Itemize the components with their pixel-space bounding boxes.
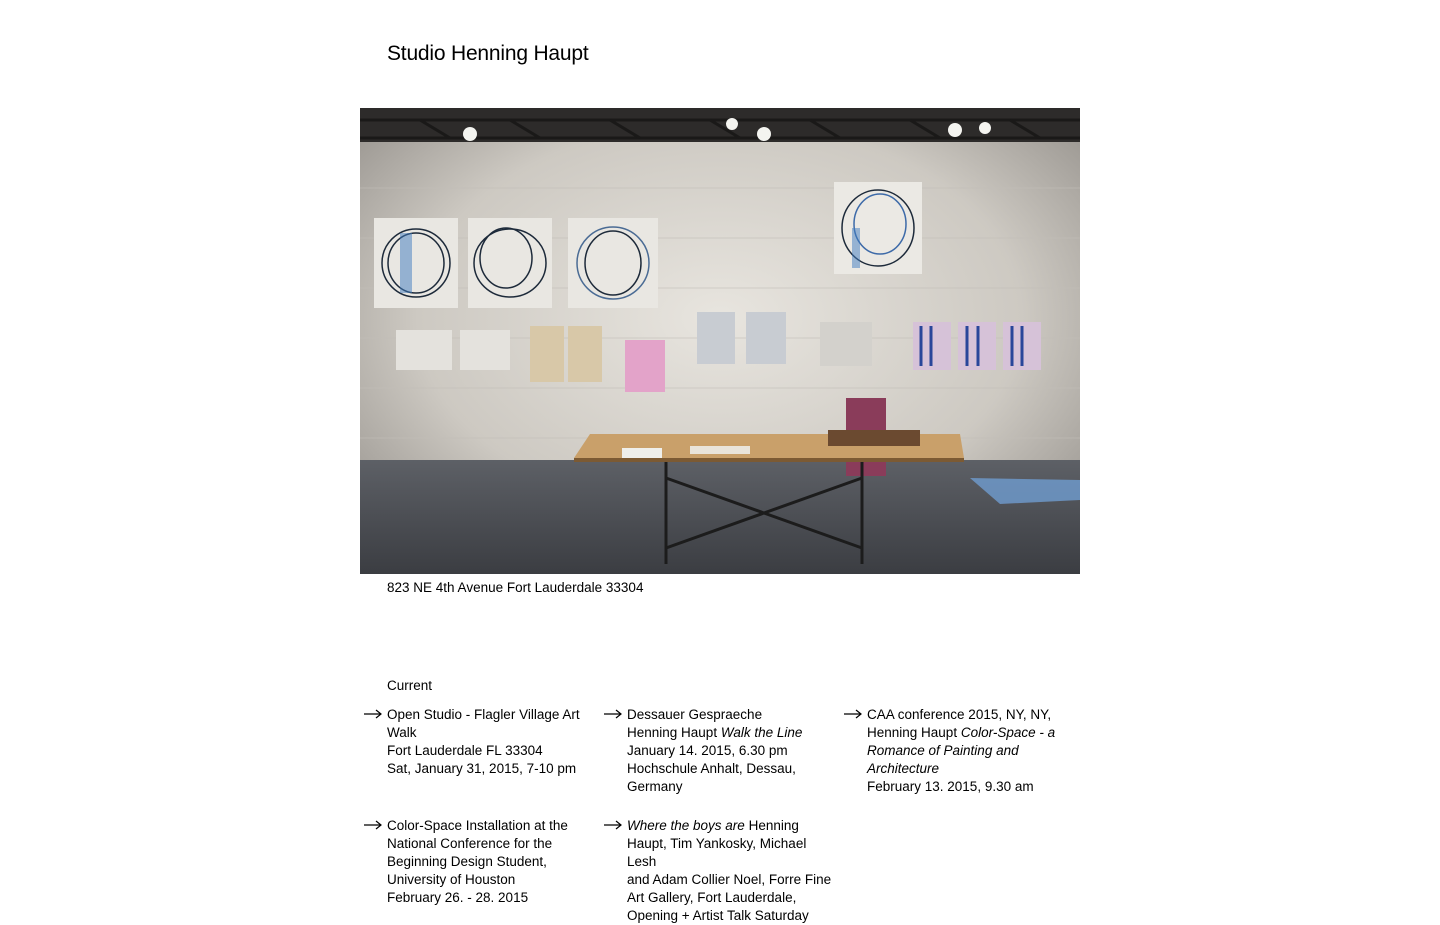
event-line: Henning Haupt Color-Space - a [867, 724, 1077, 742]
right-arrow-icon [604, 709, 622, 719]
event-title: Color-Space - a [960, 725, 1056, 740]
event-line: February 13. 2015, 9.30 am [867, 779, 1034, 794]
event-line: Germany [627, 779, 683, 794]
event-line: Sat, January 31, 2015, 7-10 pm [387, 761, 577, 776]
event-artist: Henning [748, 818, 799, 833]
event-artist: Henning Haupt [867, 725, 958, 740]
event-item-color-space-installation[interactable]: Color-Space Installation at the National… [364, 817, 597, 907]
studio-photo [360, 108, 1080, 574]
site-title[interactable]: Studio Henning Haupt [387, 42, 589, 66]
event-line: Fort Lauderdale FL 33304 [387, 743, 543, 758]
event-item-where-the-boys-are[interactable]: Where the boys are Henning Haupt, Tim Ya… [604, 817, 837, 925]
right-arrow-icon [364, 709, 382, 719]
current-heading: Current [387, 678, 433, 693]
event-line: Color-Space Installation at the [387, 818, 568, 833]
studio-address: 823 NE 4th Avenue Fort Lauderdale 33304 [387, 580, 644, 595]
event-title: Where the boys are [627, 818, 745, 833]
event-title-cont: Architecture [867, 761, 940, 776]
event-item-caa-conference[interactable]: CAA conference 2015, NY, NY, Henning Hau… [844, 706, 1077, 796]
event-line: Where the boys are Henning [627, 817, 837, 835]
event-title-cont: Romance of Painting and [867, 743, 1019, 758]
event-item-open-studio[interactable]: Open Studio - Flagler Village Art Walk F… [364, 706, 597, 778]
event-line: February 26. - 28. 2015 [387, 890, 529, 905]
event-item-dessauer-gespraeche[interactable]: Dessauer Gespraeche Henning Haupt Walk t… [604, 706, 837, 796]
event-line: University of Houston [387, 872, 516, 887]
event-line: and Adam Collier Noel, Forre Fine [627, 872, 832, 887]
event-artist: Henning Haupt [627, 725, 718, 740]
event-line: Dessauer Gespraeche [627, 707, 763, 722]
event-line: Hochschule Anhalt, Dessau, [627, 761, 796, 776]
event-line: National Conference for the [387, 836, 553, 851]
event-line: Beginning Design Student, [387, 854, 547, 869]
right-arrow-icon [364, 820, 382, 830]
event-line: Open Studio - Flagler Village Art [387, 707, 580, 722]
right-arrow-icon [604, 820, 622, 830]
event-line: Opening + Artist Talk Saturday [627, 908, 809, 923]
event-title: Walk the Line [720, 725, 803, 740]
event-line: Walk [387, 725, 417, 740]
event-line: Henning Haupt Walk the Line [627, 724, 837, 742]
event-line: Art Gallery, Fort Lauderdale, [627, 890, 797, 905]
event-line: Haupt, Tim Yankosky, Michael Lesh [627, 836, 807, 869]
event-line: CAA conference 2015, NY, NY, [867, 707, 1052, 722]
right-arrow-icon [844, 709, 862, 719]
event-line: January 14. 2015, 6.30 pm [627, 743, 788, 758]
